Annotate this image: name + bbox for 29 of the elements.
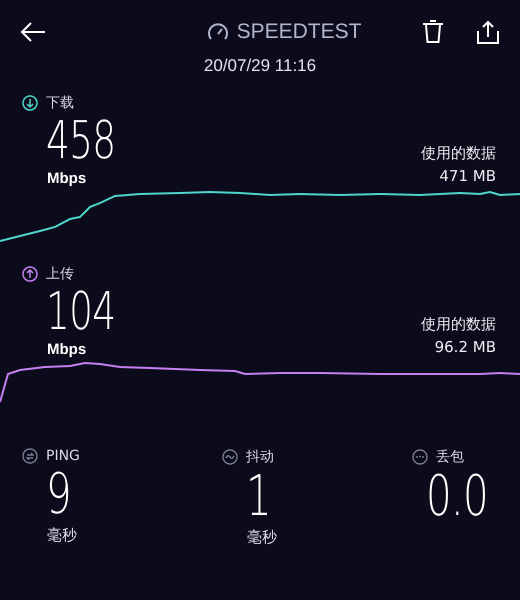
speed-unit: Mbps: [47, 170, 88, 187]
stat-value: 1: [246, 466, 271, 528]
download-icon: [22, 95, 38, 111]
gauge-icon: [206, 22, 229, 42]
speed-value: 458: [46, 112, 116, 170]
speed-label: 下载: [46, 94, 74, 112]
stat-label: 抖动: [246, 448, 274, 466]
back-button[interactable]: [20, 22, 46, 42]
packet-loss-icon: [412, 449, 428, 465]
stat-label: PING: [46, 448, 80, 464]
speed-unit: Mbps: [47, 341, 88, 358]
data-used-label: 使用的数据: [421, 144, 496, 163]
delete-button[interactable]: [422, 20, 444, 44]
ping-icon: [22, 448, 38, 464]
data-used-value: 471 MB: [439, 167, 496, 185]
speed-value: 104: [46, 283, 116, 341]
speed-label: 上传: [46, 265, 74, 283]
test-date: 20/07/29 11:16: [202, 56, 318, 76]
stat-unit: 毫秒: [247, 528, 277, 547]
data-used-value: 96.2 MB: [434, 338, 496, 356]
upload-icon: [22, 266, 38, 282]
stat-unit: 毫秒: [47, 526, 77, 545]
share-button[interactable]: [476, 20, 500, 44]
wave-icon: [222, 449, 238, 465]
app-title: SPEEDTEST: [236, 20, 362, 44]
data-used-label: 使用的数据: [421, 315, 496, 334]
stat-label: 丢包: [436, 448, 464, 466]
stat-value: 0.0: [426, 466, 488, 528]
stat-value: 9: [46, 464, 71, 526]
